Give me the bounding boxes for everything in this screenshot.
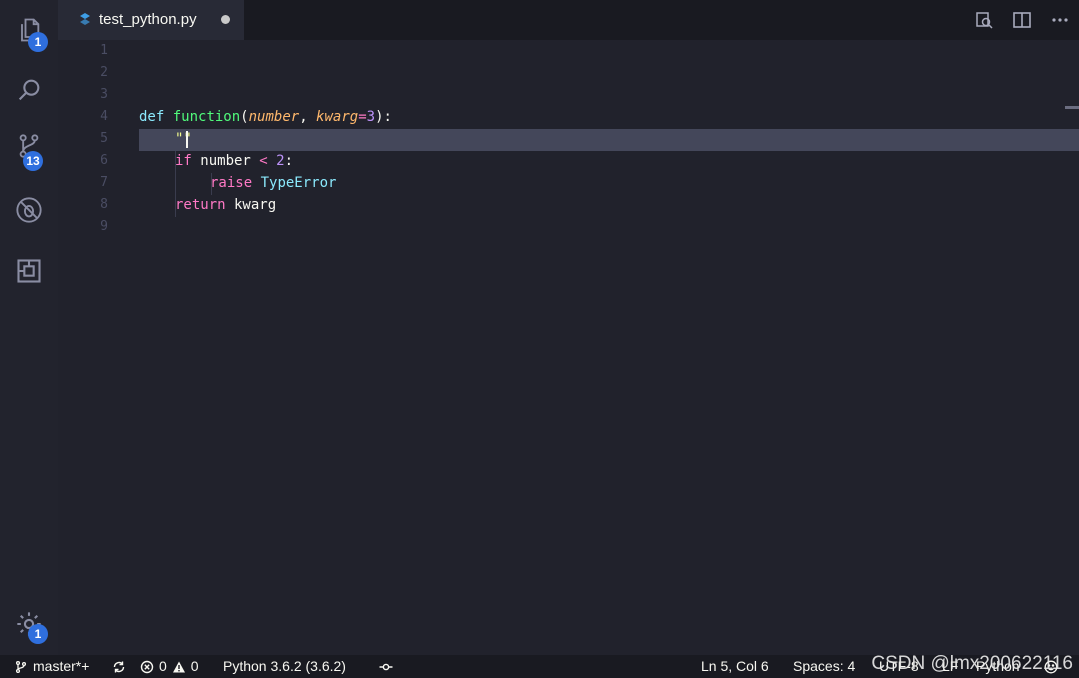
default-value: 3 — [366, 109, 376, 125]
code-line-7: raise TypeError — [210, 172, 336, 194]
more-actions-button[interactable] — [1049, 10, 1071, 30]
warning-count: 0 — [190, 658, 199, 674]
settings-button[interactable]: 1 — [0, 596, 58, 652]
code-line-5: "" — [175, 128, 192, 150]
error-count: 0 — [159, 658, 167, 674]
extensions-icon — [17, 259, 41, 283]
line-number: 7 — [100, 175, 108, 190]
live-share-icon — [379, 663, 393, 670]
tab-test-python[interactable]: test_python.py — [58, 0, 244, 40]
line-number: 3 — [100, 87, 108, 102]
unsaved-dot-icon[interactable] — [221, 15, 230, 24]
line-number: 2 — [100, 65, 108, 80]
extensions-button[interactable] — [0, 243, 58, 299]
line-number: 5 — [100, 131, 108, 146]
scrollbar-marker[interactable] — [1065, 106, 1079, 109]
problems-indicator[interactable]: 0 0 — [140, 655, 199, 678]
param-number: number — [248, 109, 300, 125]
watermark-text: CSDN @lmx200622116 — [871, 653, 1073, 674]
warning-icon — [172, 661, 185, 672]
function-name: function — [172, 109, 241, 125]
debug-button[interactable] — [0, 182, 58, 238]
keyword-return: return — [175, 197, 226, 213]
debug-icon — [16, 197, 42, 223]
open-preview-button[interactable] — [973, 10, 995, 30]
line-number: 4 — [100, 109, 108, 124]
code-line-6: if number < 2: — [175, 150, 293, 172]
tab-bar: test_python.py — [58, 0, 1079, 40]
exception-class: TypeError — [252, 175, 337, 191]
interpreter-label: Python 3.6.2 (3.6.2) — [223, 658, 346, 674]
docstring-quotes: "" — [175, 131, 192, 147]
source-control-button[interactable]: 13 — [0, 118, 58, 174]
code-line-4: def function(number, kwarg=3): — [139, 106, 392, 128]
activity-bar: 1 13 1 — [0, 0, 58, 655]
branch-indicator[interactable]: master*+ — [14, 655, 89, 678]
live-share-button[interactable] — [379, 655, 393, 678]
close-paren: ): — [375, 109, 392, 125]
keyword-if: if — [175, 153, 192, 169]
error-icon — [140, 660, 154, 673]
cursor-position[interactable]: Ln 5, Col 6 — [701, 655, 769, 678]
keyword-def: def — [139, 109, 165, 125]
preview-search-icon — [976, 12, 993, 29]
split-editor-icon — [1013, 12, 1031, 28]
var-kwarg: kwarg — [225, 197, 277, 213]
code-line-8: return kwarg — [175, 194, 276, 216]
operator-lt: < — [259, 153, 268, 169]
python-interpreter[interactable]: Python 3.6.2 (3.6.2) — [223, 655, 346, 678]
editor-actions — [959, 0, 1079, 40]
text-cursor — [185, 130, 188, 148]
indentation[interactable]: Spaces: 4 — [793, 655, 855, 678]
colon: : — [284, 153, 294, 169]
open-paren: ( — [240, 109, 249, 125]
scm-badge: 13 — [23, 151, 43, 171]
param-kwarg: kwarg — [316, 109, 359, 125]
branch-name: master*+ — [33, 658, 90, 674]
equals: = — [358, 109, 367, 125]
spaces-label: Spaces: 4 — [793, 658, 856, 674]
git-branch-icon — [15, 660, 27, 673]
ellipsis-icon — [1052, 18, 1068, 22]
position-label: Ln 5, Col 6 — [701, 658, 769, 674]
current-line-highlight — [139, 129, 1079, 151]
code-editor[interactable]: 1 2 3 4 5 6 7 8 9 def function(number, k… — [58, 40, 1079, 655]
var-number: number — [191, 153, 260, 169]
search-button[interactable] — [0, 62, 58, 118]
sync-button[interactable] — [112, 655, 126, 678]
keyword-raise: raise — [210, 175, 253, 191]
split-editor-button[interactable] — [1011, 10, 1033, 30]
line-number: 9 — [100, 219, 108, 234]
search-icon — [18, 79, 40, 101]
explorer-button[interactable]: 1 — [0, 2, 58, 58]
line-number: 6 — [100, 153, 108, 168]
comma: , — [299, 109, 317, 125]
number-literal: 2 — [267, 153, 285, 169]
settings-badge: 1 — [28, 624, 48, 644]
tab-title: test_python.py — [99, 11, 197, 28]
python-file-icon — [80, 13, 90, 25]
sync-icon — [113, 661, 125, 672]
line-number: 1 — [100, 43, 108, 58]
line-number: 8 — [100, 197, 108, 212]
explorer-badge: 1 — [28, 32, 48, 52]
